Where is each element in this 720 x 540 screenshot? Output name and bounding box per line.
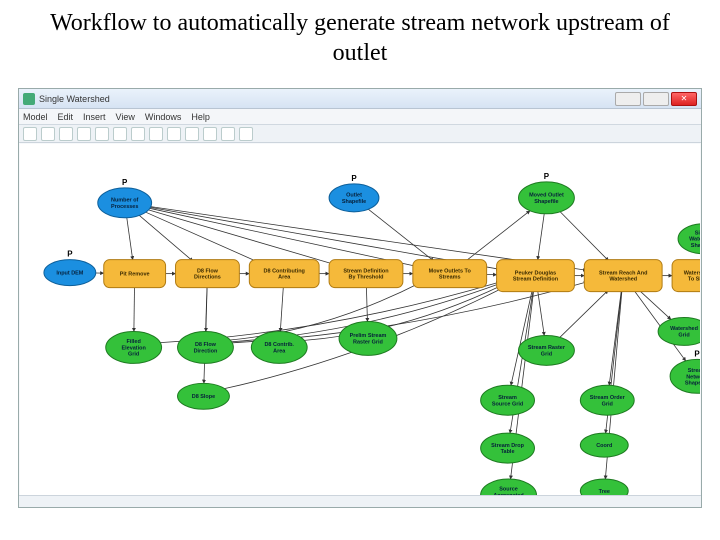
node-label: Peuker DouglasStream Definition	[513, 270, 558, 282]
node-move_outlets[interactable]: Move Outlets ToStreams	[413, 260, 487, 288]
tool-select-icon[interactable]	[239, 127, 253, 141]
connector	[560, 290, 608, 337]
modelbuilder-window: Single Watershed Model Edit Insert View …	[18, 88, 702, 508]
node-label: D8 FlowDirections	[194, 268, 221, 280]
node-coord[interactable]: Coord	[580, 433, 628, 457]
node-pit_remove[interactable]: Pit Remove	[104, 260, 166, 288]
menu-edit[interactable]: Edit	[58, 112, 74, 122]
node-d8_flowdir_out[interactable]: D8 FlowDirection	[178, 331, 234, 363]
slide-title: Workflow to automatically generate strea…	[0, 0, 720, 68]
tool-validate-icon[interactable]	[167, 127, 181, 141]
node-prelim_stream[interactable]: Prelim StreamRaster Grid	[339, 321, 397, 355]
node-tree[interactable]: Tree	[580, 479, 628, 495]
node-label: Tree	[599, 489, 610, 495]
connector	[148, 210, 336, 265]
statusbar	[19, 495, 701, 507]
node-d8_contrib_out[interactable]: D8 Contrib.Area	[251, 331, 307, 363]
node-peuker[interactable]: Peuker DouglasStream Definition	[497, 260, 575, 292]
node-label: Coord	[596, 443, 612, 449]
node-label: D8 Slope	[192, 394, 215, 400]
node-d8_contrib[interactable]: D8 ContributingArea	[249, 260, 319, 288]
titlebar: Single Watershed	[19, 89, 701, 109]
node-single_ws[interactable]: SingleWatershedShapefileP	[678, 214, 700, 254]
menu-windows[interactable]: Windows	[145, 112, 182, 122]
maximize-button[interactable]	[643, 92, 669, 106]
connector	[139, 215, 193, 261]
tool-zoomout-icon[interactable]	[203, 127, 217, 141]
node-label: D8 FlowDirection	[194, 342, 218, 354]
node-stream_drop[interactable]: Stream DropTable	[481, 433, 535, 463]
tool-add-icon[interactable]	[113, 127, 127, 141]
connector	[127, 218, 133, 260]
parameter-marker: P	[351, 174, 357, 183]
node-moved_outlet[interactable]: Moved OutletShapefileP	[519, 172, 575, 214]
node-stream_net[interactable]: StreamNetworkShapefile P	[670, 349, 700, 393]
parameter-marker: P	[67, 250, 73, 259]
tool-paste-icon[interactable]	[95, 127, 109, 141]
connector	[639, 290, 671, 319]
node-stream_raster[interactable]: Stream RasterGrid	[519, 335, 575, 365]
node-label: Prelim StreamRaster Grid	[350, 333, 387, 345]
menu-model[interactable]: Model	[23, 112, 48, 122]
connector	[280, 288, 283, 332]
connector	[368, 209, 433, 261]
node-stream_order[interactable]: Stream OrderGrid	[580, 385, 634, 415]
app-icon	[23, 93, 35, 105]
node-stream_reach[interactable]: Stream Reach AndWatershed	[584, 260, 662, 292]
connector	[150, 208, 418, 266]
model-canvas[interactable]: Number ofProcessesPOutletShapefilePMoved…	[20, 144, 700, 495]
tool-pan-icon[interactable]	[221, 127, 235, 141]
connector	[538, 292, 544, 336]
parameter-marker: P	[122, 178, 128, 187]
tool-run-icon[interactable]	[149, 127, 163, 141]
tool-copy-icon[interactable]	[77, 127, 91, 141]
node-d8_flowdir[interactable]: D8 FlowDirections	[176, 260, 240, 288]
node-label: Pit Remove	[120, 272, 150, 278]
connector	[466, 211, 530, 261]
tool-zoomin-icon[interactable]	[185, 127, 199, 141]
node-label: Number ofProcesses	[111, 198, 139, 210]
node-num_proc[interactable]: Number ofProcesses P	[98, 178, 152, 218]
connector	[538, 214, 544, 260]
node-outlet_shp[interactable]: OutletShapefileP	[329, 174, 379, 212]
connector	[134, 288, 135, 332]
connector	[366, 288, 367, 322]
node-stream_def[interactable]: Stream DefinitionBy Threshold	[329, 260, 403, 288]
tool-print-icon[interactable]	[41, 127, 55, 141]
window-title: Single Watershed	[39, 94, 110, 104]
tool-connect-icon[interactable]	[131, 127, 145, 141]
parameter-marker: P	[544, 172, 550, 181]
workflow-diagram: Number ofProcessesPOutletShapefilePMoved…	[20, 144, 700, 495]
toolbar	[19, 125, 701, 143]
node-label: StreamNetworkShapefile	[685, 368, 700, 387]
node-watershed_grid[interactable]: WatershedGrid	[658, 318, 700, 346]
menu-insert[interactable]: Insert	[83, 112, 106, 122]
menubar: Model Edit Insert View Windows Help	[19, 109, 701, 125]
node-d8_slope[interactable]: D8 Slope	[178, 383, 230, 409]
parameter-marker: P	[694, 349, 700, 358]
minimize-button[interactable]	[615, 92, 641, 106]
tool-cut-icon[interactable]	[59, 127, 73, 141]
node-label: Input DEM	[56, 271, 83, 277]
node-filled_elev[interactable]: FilledElevationGrid	[106, 331, 162, 363]
menu-help[interactable]: Help	[191, 112, 210, 122]
node-ws_to_shp[interactable]: Watershed GridTo Shapefile	[672, 260, 700, 292]
node-stream_src[interactable]: StreamSource Grid	[481, 385, 535, 415]
connector	[560, 212, 608, 261]
node-src_agg[interactable]: SourceAggregatedGrid	[481, 479, 537, 495]
menu-view[interactable]: View	[116, 112, 135, 122]
tool-save-icon[interactable]	[23, 127, 37, 141]
close-button[interactable]	[671, 92, 697, 106]
node-input_dem[interactable]: Input DEM P	[44, 250, 96, 286]
node-label: Stream DefinitionBy Threshold	[343, 268, 388, 280]
